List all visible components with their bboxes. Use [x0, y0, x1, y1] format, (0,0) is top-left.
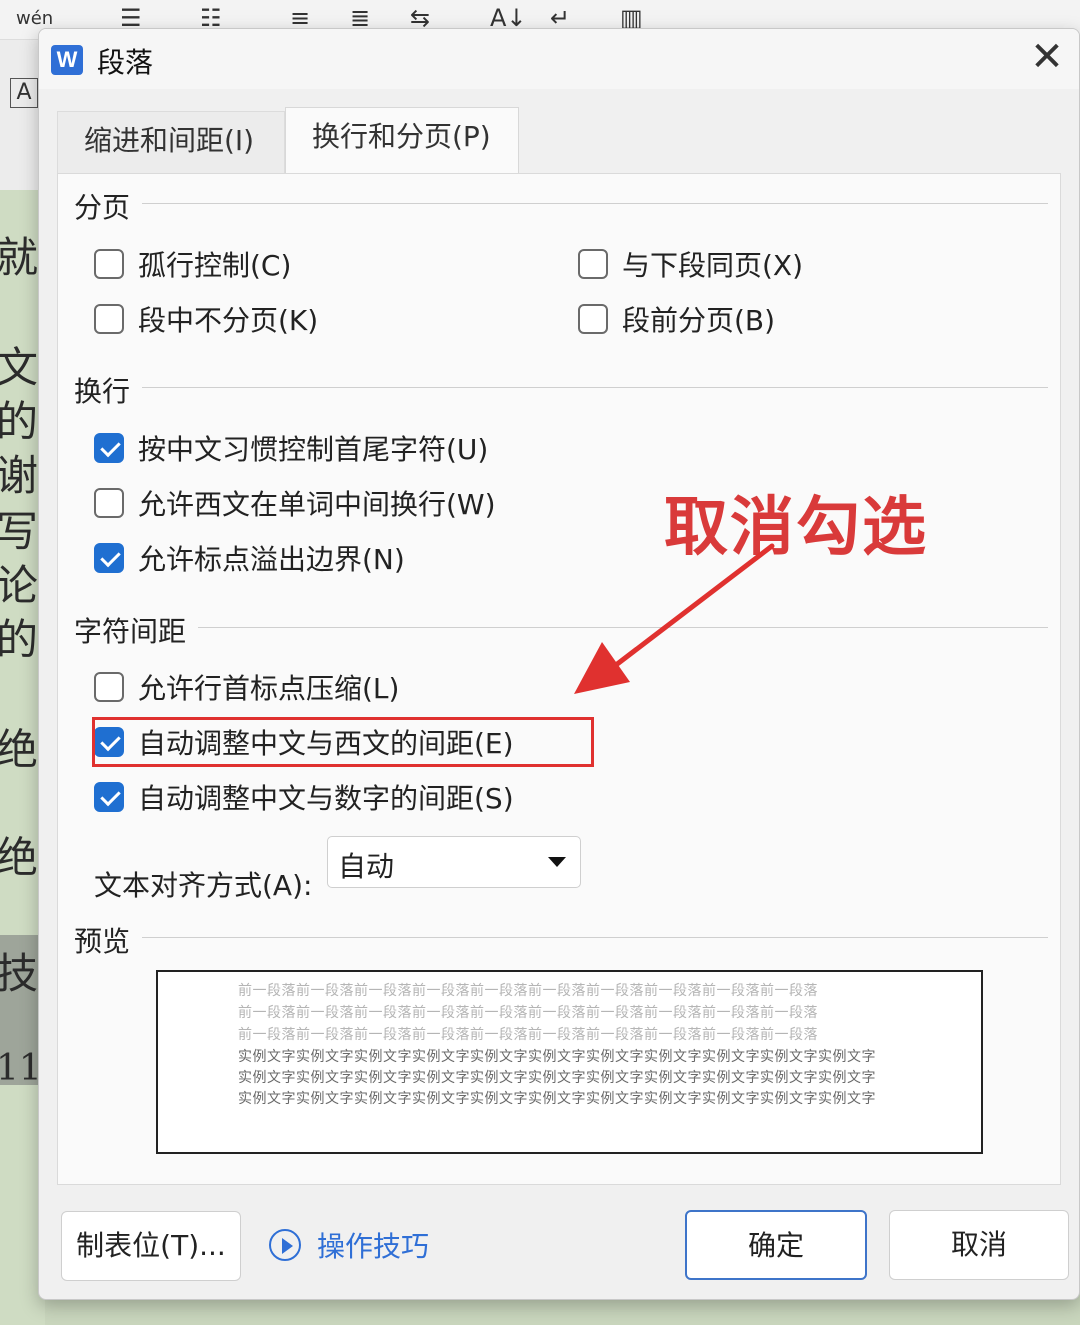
section-title-line-break: 换行: [74, 375, 131, 408]
checkbox[interactable]: [94, 488, 124, 518]
option-label: 按中文习惯控制首尾字符(U): [138, 433, 489, 466]
option-label: 与下段同页(X): [622, 249, 804, 282]
preview-sample-text: 实例文字实例文字实例文字实例文字实例文字实例文字实例文字实例文字实例文字实例文字…: [238, 1091, 876, 1107]
option-hanging-punctuation[interactable]: 允许标点溢出边界(N): [94, 538, 405, 578]
preview-previous-paragraph: 前一段落前一段落前一段落前一段落前一段落前一段落前一段落前一段落前一段落前一段落: [238, 1005, 818, 1021]
dialog-titlebar: W 段落 ✕: [39, 29, 1079, 89]
option-compress-leading-punctuation[interactable]: 允许行首标点压缩(L): [94, 667, 399, 707]
annotation-text: 取消勾选: [664, 491, 928, 565]
tips-link[interactable]: 操作技巧: [269, 1225, 429, 1265]
section-divider: [198, 627, 1048, 628]
doc-char: 的: [0, 615, 39, 664]
checkbox[interactable]: [94, 433, 124, 463]
text-alignment-select[interactable]: 自动: [327, 836, 581, 888]
text-alignment-label: 文本对齐方式(A):: [94, 869, 313, 902]
checkbox[interactable]: [578, 304, 608, 334]
option-latin-word-wrap[interactable]: 允许西文在单词中间换行(W): [94, 483, 496, 523]
option-label: 允许西文在单词中间换行(W): [138, 488, 496, 521]
dialog-title: 段落: [97, 46, 154, 79]
option-label: 段中不分页(K): [138, 304, 319, 337]
font-style-icon: A: [10, 78, 38, 108]
option-chinese-first-last-chars[interactable]: 按中文习惯控制首尾字符(U): [94, 428, 488, 468]
checkbox[interactable]: [94, 304, 124, 334]
option-widow-control[interactable]: 孤行控制(C): [94, 244, 291, 284]
chevron-down-icon: [548, 857, 566, 867]
preview-sample-text: 实例文字实例文字实例文字实例文字实例文字实例文字实例文字实例文字实例文字实例文字…: [238, 1049, 876, 1065]
paragraph-dialog: W 段落 ✕ 缩进和间距(I) 换行和分页(P) 分页 孤行控制(C) 与下段同…: [38, 28, 1080, 1300]
preview-sample-text: 实例文字实例文字实例文字实例文字实例文字实例文字实例文字实例文字实例文字实例文字…: [238, 1070, 876, 1086]
option-label: 孤行控制(C): [138, 249, 292, 282]
checkbox[interactable]: [578, 249, 608, 279]
tab-stops-button[interactable]: 制表位(T)...: [61, 1211, 241, 1281]
doc-char: 文: [0, 343, 39, 392]
wps-app-icon: W: [51, 45, 83, 75]
text-alignment-value: 自动: [338, 850, 395, 883]
checkbox[interactable]: [94, 249, 124, 279]
section-divider: [142, 387, 1048, 388]
option-label: 允许标点溢出边界(N): [138, 543, 405, 576]
preview-previous-paragraph: 前一段落前一段落前一段落前一段落前一段落前一段落前一段落前一段落前一段落前一段落: [238, 1027, 818, 1043]
checkbox[interactable]: [94, 782, 124, 812]
doc-char: 的: [0, 397, 39, 446]
tab-line-page-breaks[interactable]: 换行和分页(P): [285, 107, 519, 173]
doc-char: 绝: [0, 833, 39, 882]
section-title-char-spacing: 字符间距: [74, 615, 187, 648]
doc-char: 写: [0, 507, 39, 556]
section-divider: [142, 203, 1048, 204]
option-keep-with-next[interactable]: 与下段同页(X): [578, 244, 803, 284]
doc-char: 11: [0, 1048, 42, 1089]
tips-label: 操作技巧: [317, 1230, 430, 1263]
preview-previous-paragraph: 前一段落前一段落前一段落前一段落前一段落前一段落前一段落前一段落前一段落前一段落: [238, 983, 818, 999]
ok-button[interactable]: 确定: [685, 1210, 867, 1280]
option-label: 允许行首标点压缩(L): [138, 672, 400, 705]
section-divider: [142, 937, 1048, 938]
doc-char: 就: [0, 233, 39, 282]
doc-char: 绝: [0, 725, 39, 774]
tab-panel: 分页 孤行控制(C) 与下段同页(X) 段中不分页(K) 段前分页(B) 换行 …: [57, 173, 1061, 1185]
option-label: 段前分页(B): [622, 304, 776, 337]
pinyin-hint: wén: [16, 8, 54, 29]
section-title-preview: 预览: [74, 925, 131, 958]
checkbox[interactable]: [94, 543, 124, 573]
close-icon[interactable]: ✕: [1023, 35, 1071, 83]
play-icon: [269, 1229, 301, 1261]
option-page-break-before[interactable]: 段前分页(B): [578, 299, 775, 339]
section-title-pagination: 分页: [74, 191, 131, 224]
option-keep-lines-together[interactable]: 段中不分页(K): [94, 299, 318, 339]
tab-indent-spacing[interactable]: 缩进和间距(I): [57, 111, 285, 173]
option-label: 自动调整中文与数字的间距(S): [138, 782, 514, 815]
cancel-button[interactable]: 取消: [889, 1210, 1069, 1280]
doc-char: 谢: [0, 451, 39, 500]
option-auto-space-cjk-number[interactable]: 自动调整中文与数字的间距(S): [94, 777, 514, 817]
checkbox[interactable]: [94, 672, 124, 702]
preview-box: 前一段落前一段落前一段落前一段落前一段落前一段落前一段落前一段落前一段落前一段落…: [156, 970, 983, 1154]
doc-char: 论: [0, 561, 39, 610]
annotation-highlight-box: [92, 717, 594, 767]
